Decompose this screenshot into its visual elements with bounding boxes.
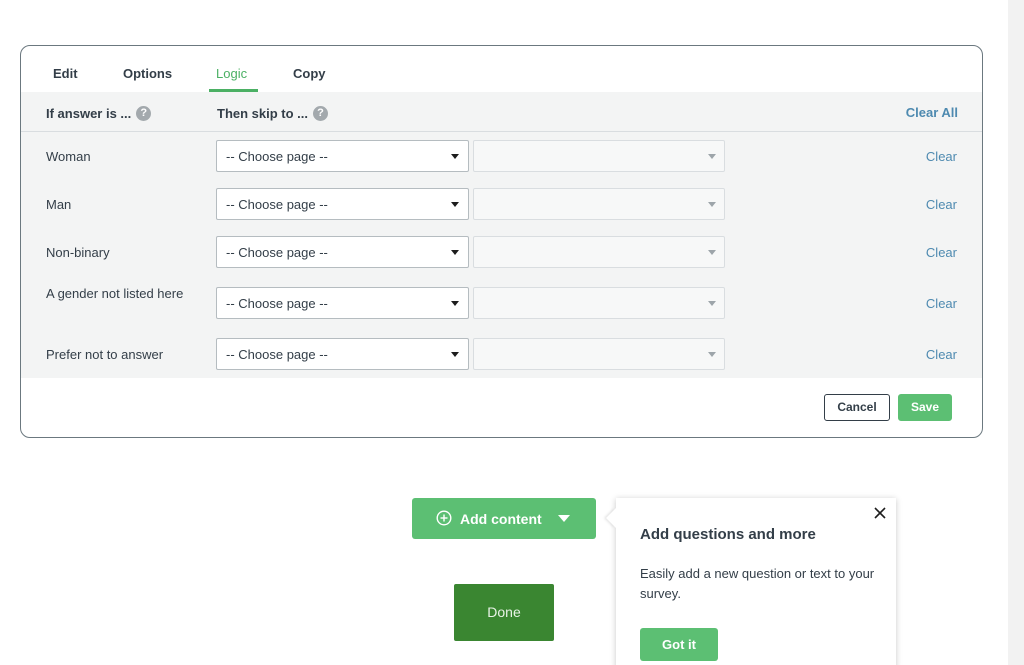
caret-down-icon: [708, 202, 716, 207]
tab-edit[interactable]: Edit: [53, 66, 78, 81]
answer-column-label: If answer is ...: [46, 106, 132, 121]
editor-tabs: Edit Options Logic Copy: [21, 46, 982, 92]
choose-page-value: -- Choose page --: [226, 245, 328, 260]
skip-column-label: Then skip to ...: [217, 106, 309, 121]
choose-question-select[interactable]: [473, 236, 725, 268]
choose-question-select[interactable]: [473, 338, 725, 370]
question-editor-panel: Edit Options Logic Copy If answer is ...…: [20, 45, 983, 438]
answer-choice-label: Man: [46, 197, 72, 212]
choose-page-select[interactable]: -- Choose page --: [216, 338, 469, 370]
caret-down-icon[interactable]: [558, 515, 570, 522]
add-content-tooltip: Add questions and more Easily add a new …: [606, 498, 896, 665]
answer-choice-label: Prefer not to answer: [46, 347, 164, 362]
choose-page-select[interactable]: -- Choose page --: [216, 287, 469, 319]
add-content-label: Add content: [460, 511, 542, 527]
close-icon[interactable]: [873, 506, 887, 520]
help-icon[interactable]: ?: [313, 106, 329, 121]
choose-page-value: -- Choose page --: [226, 197, 328, 212]
choose-page-value: -- Choose page --: [226, 296, 328, 311]
caret-down-icon: [451, 202, 459, 207]
caret-down-icon: [451, 154, 459, 159]
got-it-button[interactable]: Got it: [640, 628, 718, 661]
choose-page-select[interactable]: -- Choose page --: [216, 236, 469, 268]
skip-logic-table: If answer is ... ? Then skip to ... ? Cl…: [21, 92, 982, 378]
popover-description: Easily add a new question or text to you…: [640, 566, 875, 601]
page-scrollbar[interactable]: [1008, 0, 1024, 665]
done-button[interactable]: Done: [454, 584, 554, 641]
clear-link[interactable]: Clear: [926, 245, 957, 260]
choose-question-select[interactable]: [473, 188, 725, 220]
tab-logic[interactable]: Logic: [216, 66, 247, 81]
answer-choice-label: A gender not listed here: [46, 286, 184, 301]
add-content-button[interactable]: Add content: [412, 498, 596, 539]
choose-page-value: -- Choose page --: [226, 149, 328, 164]
choose-page-select[interactable]: -- Choose page --: [216, 188, 469, 220]
caret-down-icon: [708, 250, 716, 255]
cancel-button[interactable]: Cancel: [824, 394, 890, 421]
choose-page-value: -- Choose page --: [226, 347, 328, 362]
choose-question-select[interactable]: [473, 140, 725, 172]
caret-down-icon: [451, 301, 459, 306]
help-icon[interactable]: ?: [136, 106, 152, 121]
choose-page-select[interactable]: -- Choose page --: [216, 140, 469, 172]
clear-all-link[interactable]: Clear All: [906, 105, 958, 120]
save-button[interactable]: Save: [898, 394, 952, 421]
answer-choice-label: Woman: [46, 149, 91, 164]
caret-down-icon: [708, 301, 716, 306]
popover-arrow: [606, 508, 616, 528]
caret-down-icon: [451, 352, 459, 357]
choose-question-select[interactable]: [473, 287, 725, 319]
tab-copy[interactable]: Copy: [293, 66, 326, 81]
logic-header-row: If answer is ... ? Then skip to ... ? Cl…: [21, 92, 982, 132]
answer-column-header: If answer is ... ?: [46, 106, 152, 121]
caret-down-icon: [708, 154, 716, 159]
clear-link[interactable]: Clear: [926, 197, 957, 212]
skip-column-header: Then skip to ... ?: [217, 106, 329, 121]
clear-link[interactable]: Clear: [926, 296, 957, 311]
clear-link[interactable]: Clear: [926, 347, 957, 362]
caret-down-icon: [708, 352, 716, 357]
popover-title: Add questions and more: [640, 526, 816, 543]
tab-options[interactable]: Options: [123, 66, 172, 81]
answer-choice-label: Non-binary: [46, 245, 110, 260]
clear-link[interactable]: Clear: [926, 149, 957, 164]
caret-down-icon: [451, 250, 459, 255]
plus-circle-icon: [436, 510, 452, 526]
